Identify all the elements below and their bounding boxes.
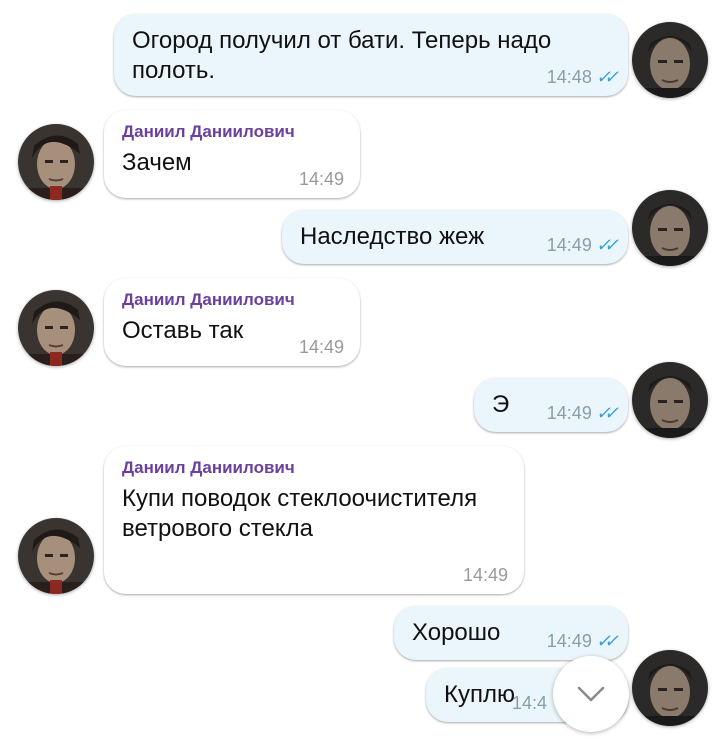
message-bubble-incoming[interactable]: Даниил Даниилович Оставь так 14:49 xyxy=(104,278,360,366)
scroll-to-bottom-button[interactable] xyxy=(553,656,629,732)
message-time: 14:49 xyxy=(546,403,592,423)
message-meta: 14:49 xyxy=(299,169,344,190)
read-ticks-icon: ✓✓ xyxy=(595,631,619,651)
message-time: 14:48 xyxy=(546,67,592,87)
avatar-self[interactable] xyxy=(632,22,708,98)
avatar-self[interactable] xyxy=(632,650,708,726)
message-bubble-outgoing[interactable]: Э 14:49 ✓✓ xyxy=(474,378,628,432)
avatar-self[interactable] xyxy=(632,190,708,266)
chevron-down-icon xyxy=(577,686,605,702)
message-meta: 14:49 ✓✓ xyxy=(546,403,619,424)
avatar-contact[interactable] xyxy=(18,290,94,366)
read-ticks-icon: ✓✓ xyxy=(595,403,619,423)
message-time: 14:49 xyxy=(546,631,592,651)
sender-name[interactable]: Даниил Даниилович xyxy=(122,122,342,142)
sender-name[interactable]: Даниил Даниилович xyxy=(122,290,342,310)
avatar-contact[interactable] xyxy=(18,518,94,594)
message-meta: 14:49 ✓✓ xyxy=(546,631,619,652)
message-bubble-incoming[interactable]: Даниил Даниилович Зачем 14:49 xyxy=(104,110,360,198)
message-bubble-incoming[interactable]: Даниил Даниилович Купи поводок стеклоочи… xyxy=(104,446,524,594)
message-meta: 14:49 xyxy=(463,565,508,586)
message-time: 14:49 xyxy=(546,235,592,255)
message-time: 14:4 xyxy=(512,693,548,713)
avatar-self[interactable] xyxy=(632,362,708,438)
sender-name[interactable]: Даниил Даниилович xyxy=(122,458,506,478)
message-bubble-outgoing[interactable]: Огород получил от бати. Теперь надо поло… xyxy=(114,14,628,96)
message-time: 14:49 xyxy=(298,169,344,189)
read-ticks-icon: ✓✓ xyxy=(595,235,619,255)
message-meta: 14:49 xyxy=(299,337,344,358)
message-bubble-outgoing[interactable]: Хорошо 14:49 ✓✓ xyxy=(394,606,628,660)
message-time: 14:49 xyxy=(298,337,344,357)
message-time: 14:49 xyxy=(462,565,508,585)
message-bubble-outgoing[interactable]: Наследство жеж 14:49 ✓✓ xyxy=(282,210,628,264)
read-ticks-icon: ✓✓ xyxy=(595,67,619,87)
message-meta: 14:4 xyxy=(512,693,547,714)
message-meta: 14:49 ✓✓ xyxy=(546,235,619,256)
message-text: Огород получил от бати. Теперь надо поло… xyxy=(132,27,552,84)
message-meta: 14:48 ✓✓ xyxy=(546,67,619,88)
avatar-contact[interactable] xyxy=(18,124,94,200)
message-text: Купи поводок стеклоочистителя ветрового … xyxy=(122,485,478,542)
